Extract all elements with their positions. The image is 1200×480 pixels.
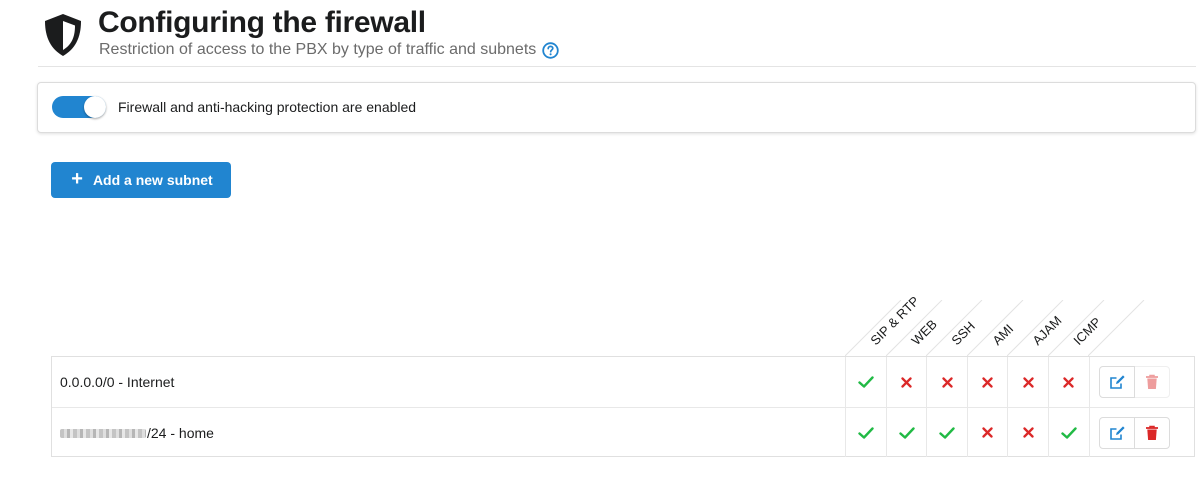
page-header: Configuring the firewall Restriction of …	[38, 6, 1196, 67]
table-row: 0.0.0.0/0 - Internet	[52, 357, 1194, 408]
row-actions	[1089, 357, 1195, 407]
cross-icon	[966, 357, 1008, 407]
row-actions	[1089, 408, 1195, 457]
cross-icon	[1007, 408, 1048, 457]
subnet-name: /24 - home	[60, 425, 214, 441]
check-icon	[926, 408, 967, 457]
service-column-headers: SIP & RTP WEB SSH AMI AJAM ICMP	[0, 293, 1200, 356]
check-icon	[1047, 408, 1089, 457]
add-subnet-label: Add a new subnet	[92, 172, 213, 188]
check-icon	[885, 408, 927, 457]
page-subtitle: Restriction of access to the PBX by type…	[99, 41, 559, 59]
table-row: /24 - home	[52, 408, 1194, 457]
question-circle-icon[interactable]	[542, 41, 559, 59]
subtitle-text: Restriction of access to the PBX by type…	[99, 41, 537, 58]
firewall-toggle[interactable]	[52, 96, 106, 118]
trash-icon	[1134, 366, 1170, 398]
toggle-knob	[84, 96, 106, 118]
plus-icon: +	[71, 168, 83, 190]
masked-ip-address	[60, 428, 146, 438]
cross-icon	[885, 357, 927, 407]
page-title: Configuring the firewall	[98, 6, 426, 39]
cross-icon	[1007, 357, 1048, 407]
trash-icon[interactable]	[1134, 417, 1170, 449]
firewall-status-panel: Firewall and anti-hacking protection are…	[37, 82, 1196, 133]
check-icon	[845, 408, 886, 457]
check-icon	[845, 357, 886, 407]
subnet-name: 0.0.0.0/0 - Internet	[60, 374, 174, 390]
subnet-name-text: /24 - home	[147, 425, 214, 441]
edit-icon[interactable]	[1099, 366, 1135, 398]
cross-icon	[1047, 357, 1089, 407]
cross-icon	[926, 357, 967, 407]
shield-icon	[45, 14, 81, 56]
cross-icon	[966, 408, 1008, 457]
subnet-name-text: 0.0.0.0/0 - Internet	[60, 374, 175, 390]
subnets-table: 0.0.0.0/0 - Internet/24 - home	[51, 356, 1195, 457]
firewall-toggle-label: Firewall and anti-hacking protection are…	[118, 99, 417, 115]
edit-icon[interactable]	[1099, 417, 1135, 449]
column-divider	[1088, 300, 1145, 356]
add-subnet-button[interactable]: + Add a new subnet	[51, 162, 231, 198]
